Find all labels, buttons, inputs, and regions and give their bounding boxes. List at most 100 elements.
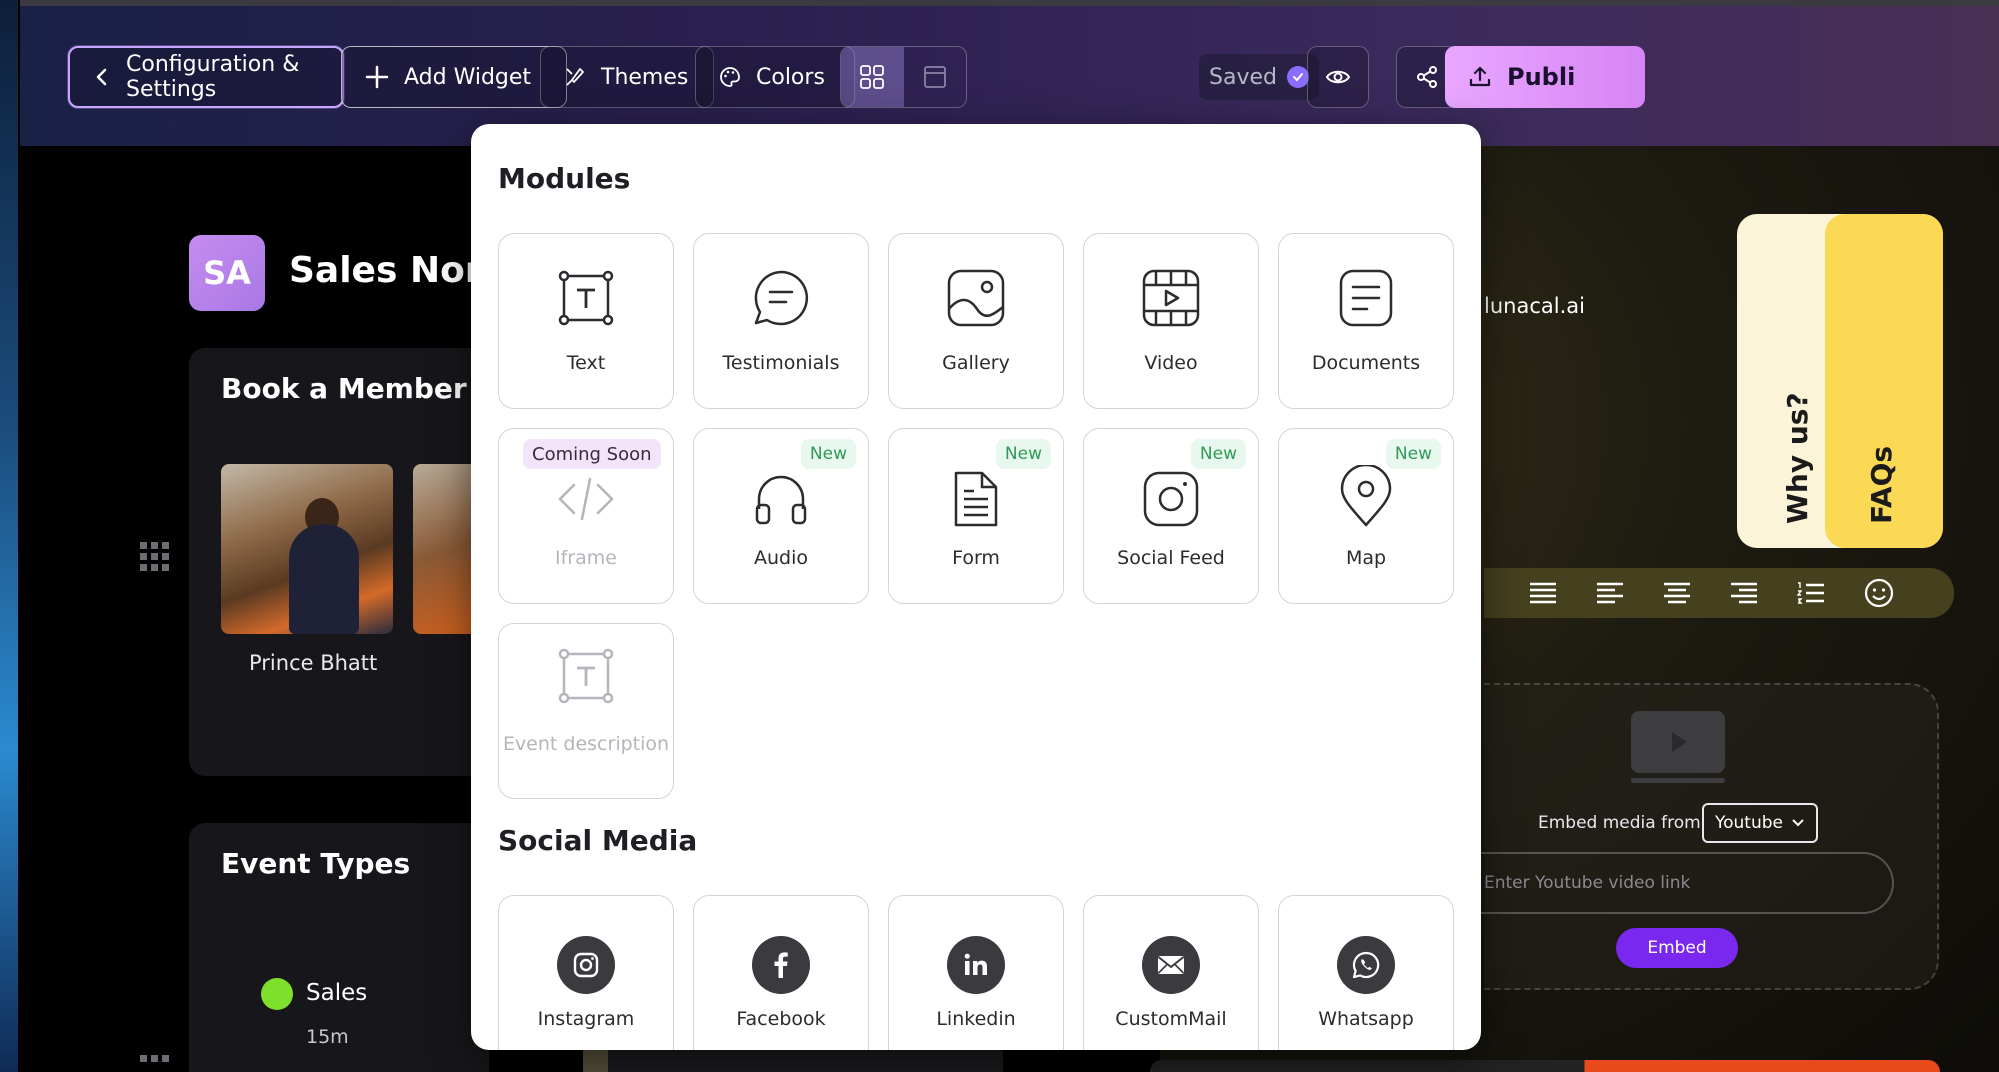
brand-url: lunacal.ai <box>1484 294 1585 318</box>
colors-button[interactable]: Colors <box>695 46 855 108</box>
add-widget-label: Add Widget <box>404 64 532 90</box>
align-right-icon[interactable] <box>1729 581 1759 605</box>
themes-label: Themes <box>601 64 689 90</box>
social-whatsapp[interactable]: Whatsapp <box>1278 895 1454 1050</box>
single-view-button[interactable] <box>904 47 967 107</box>
member-name: Prince Bhatt <box>249 651 378 675</box>
video-embed-widget: Embed media from Youtube Enter Youtube v… <box>1474 683 1939 990</box>
tab-why-us[interactable]: Why us? <box>1781 392 1814 524</box>
social-label: Linkedin <box>936 1008 1016 1030</box>
module-social-feed[interactable]: New Social Feed <box>1083 428 1259 604</box>
themes-button[interactable]: Themes <box>540 46 714 108</box>
module-testimonials[interactable]: Testimonials <box>693 233 869 409</box>
preview-button[interactable] <box>1307 46 1369 108</box>
social-custommail[interactable]: CustomMail <box>1083 895 1259 1050</box>
event-types-title: Event Types <box>221 847 411 880</box>
linkedin-icon <box>947 936 1005 994</box>
numbered-list-icon[interactable] <box>1796 581 1826 605</box>
org-initials: SA <box>203 254 251 292</box>
video-icon <box>1139 266 1203 330</box>
social-facebook[interactable]: Facebook <box>693 895 869 1050</box>
drag-handle-icon[interactable] <box>140 542 169 571</box>
module-label: Documents <box>1311 352 1421 374</box>
book-member-title: Book a Member Di <box>221 372 510 405</box>
plus-icon <box>365 65 389 89</box>
social-linkedin[interactable]: Linkedin <box>888 895 1064 1050</box>
image-icon <box>944 266 1008 330</box>
embed-button[interactable]: Embed <box>1616 928 1738 968</box>
tabs-widget[interactable]: Why us? FAQs <box>1737 214 1943 548</box>
whatsapp-icon <box>1337 936 1395 994</box>
instagram-icon <box>557 936 615 994</box>
new-badge: New <box>995 439 1051 469</box>
eye-icon <box>1325 70 1351 84</box>
org-name: Sales Nort <box>289 250 500 291</box>
module-label: Video <box>1144 352 1198 374</box>
align-center-icon[interactable] <box>1662 581 1692 605</box>
video-placeholder-icon <box>1631 711 1725 783</box>
embed-button-label: Embed <box>1647 938 1707 958</box>
publish-label: Publi <box>1507 63 1576 91</box>
module-documents[interactable]: Documents <box>1278 233 1454 409</box>
book-member-card[interactable]: Book a Member Di Prince Bhatt <box>189 348 509 776</box>
module-label: Map <box>1345 547 1387 569</box>
embed-source-select[interactable]: Youtube <box>1702 803 1818 843</box>
module-iframe: Coming Soon Iframe <box>498 428 674 604</box>
layout-view-toggle <box>840 46 967 108</box>
brush-icon <box>566 68 584 86</box>
drag-handle-icon[interactable] <box>140 1055 169 1062</box>
add-widget-button[interactable]: Add Widget <box>341 46 567 108</box>
social-label: Whatsapp <box>1318 1008 1414 1030</box>
check-icon <box>1286 66 1309 88</box>
chat-bubble-icon <box>749 266 813 330</box>
new-badge: New <box>1190 439 1246 469</box>
module-text[interactable]: Text <box>498 233 674 409</box>
align-left-icon[interactable] <box>1595 581 1625 605</box>
video-link-input[interactable]: Enter Youtube video link <box>1474 852 1894 914</box>
chevron-left-icon <box>96 68 107 86</box>
configuration-settings-button[interactable]: Configuration & Settings <box>68 46 344 108</box>
module-label: Social Feed <box>1117 547 1225 569</box>
bottom-widget-strip <box>583 1050 1003 1072</box>
bottom-widget-strip <box>1150 1060 1940 1072</box>
grid-view-button[interactable] <box>841 47 904 107</box>
module-map[interactable]: New Map <box>1278 428 1454 604</box>
module-event-description: Event description <box>498 623 674 799</box>
module-label: Testimonials <box>722 352 840 374</box>
panel-icon <box>923 66 946 88</box>
configuration-settings-label: Configuration & Settings <box>126 52 300 102</box>
event-color-dot <box>261 978 293 1010</box>
member-photo[interactable] <box>221 464 393 634</box>
code-icon <box>554 467 618 531</box>
social-label: Facebook <box>736 1008 826 1030</box>
social-label: CustomMail <box>1115 1008 1227 1030</box>
coming-soon-badge: Coming Soon <box>523 439 661 469</box>
map-pin-icon <box>1334 465 1398 529</box>
colors-label: Colors <box>756 64 825 90</box>
add-widget-popover: Modules Text Testimonials Gallery Video … <box>471 124 1481 1050</box>
module-gallery[interactable]: Gallery <box>888 233 1064 409</box>
share-icon <box>1417 66 1437 88</box>
video-link-placeholder: Enter Youtube video link <box>1484 873 1691 893</box>
modules-heading: Modules <box>498 162 631 195</box>
chevron-down-icon <box>1792 819 1804 827</box>
module-label: Event description <box>502 733 670 755</box>
module-label: Gallery <box>942 352 1010 374</box>
tab-faqs[interactable]: FAQs <box>1865 446 1898 524</box>
publish-button[interactable]: Publi <box>1445 46 1645 108</box>
module-label: Form <box>952 547 1000 569</box>
align-justify-icon[interactable] <box>1528 581 1558 605</box>
embed-from-label: Embed media from <box>1538 813 1701 833</box>
event-types-card[interactable]: Event Types Sales 15m <box>189 823 489 1072</box>
module-video[interactable]: Video <box>1083 233 1259 409</box>
emoji-icon[interactable] <box>1863 577 1895 609</box>
social-instagram[interactable]: Instagram <box>498 895 674 1050</box>
module-form[interactable]: New Form <box>888 428 1064 604</box>
social-label: Instagram <box>537 1008 635 1030</box>
module-audio[interactable]: New Audio <box>693 428 869 604</box>
org-avatar: SA <box>189 235 265 311</box>
text-icon <box>554 644 618 708</box>
facebook-icon <box>752 936 810 994</box>
grid-icon <box>860 65 885 89</box>
saved-status: Saved <box>1199 54 1319 100</box>
